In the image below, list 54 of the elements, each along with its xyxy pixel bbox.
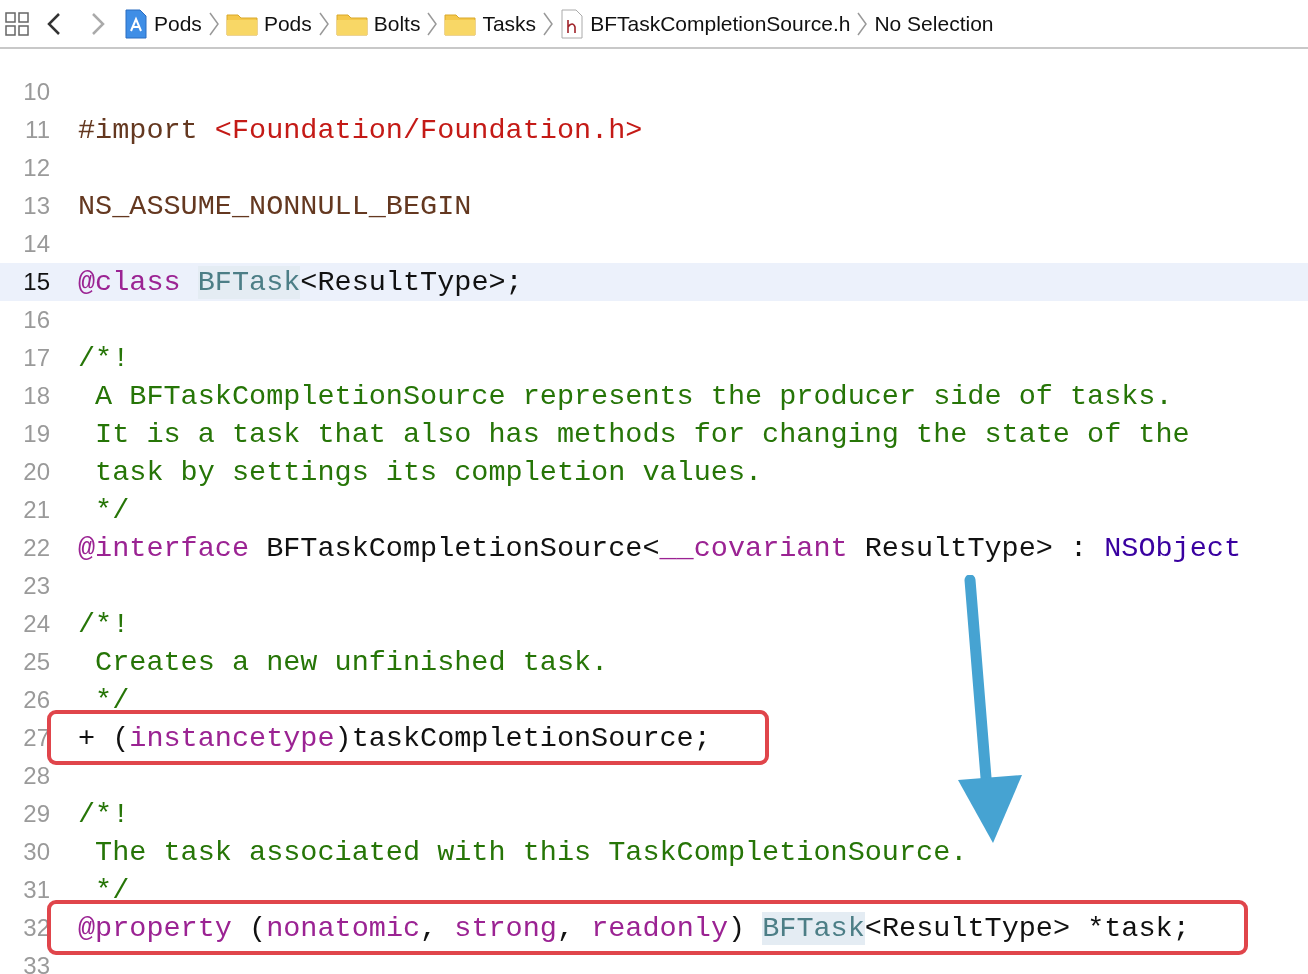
breadcrumb-item[interactable]: Bolts: [333, 11, 423, 36]
line-number: 23: [22, 572, 50, 600]
line-number: 30: [22, 838, 50, 866]
folder-icon: [225, 11, 258, 36]
line-number: 24: [22, 610, 50, 638]
line-number: 15: [22, 268, 50, 296]
breadcrumb-item[interactable]: Pods: [223, 11, 314, 36]
line-number: 25: [22, 648, 50, 676]
line-number: 31: [22, 876, 50, 904]
line-number: 17: [22, 344, 50, 372]
code-line: task by settings its completion values.: [94, 455, 763, 489]
line-number: 19: [22, 420, 50, 448]
line-number: 33: [22, 952, 50, 974]
line-number: 28: [22, 762, 50, 790]
chevron-right-icon: [91, 11, 105, 36]
code-line: @property (nonatomic, strong, readonly) BFTask<ResultType> *task;: [78, 911, 1190, 945]
code-line: A BFTaskCompletionSource represents the producer side of tasks.: [94, 379, 1173, 413]
line-number: 21: [22, 496, 50, 524]
breadcrumb-item[interactable]: Tasks: [442, 11, 539, 36]
project-file-icon: [124, 8, 148, 39]
code-line: The task associated with this TaskCompletionSource.: [94, 835, 968, 869]
code-line: @class BFTask<ResultType>;: [78, 265, 523, 299]
line-number: 26: [22, 686, 50, 714]
code-line: */: [94, 873, 130, 907]
code-line: Creates a new unfinished task.: [94, 645, 609, 679]
line-number: 22: [22, 534, 50, 562]
breadcrumb-item[interactable]: Pods: [122, 8, 204, 39]
line-number: 20: [22, 458, 50, 486]
line-number: 16: [22, 306, 50, 334]
line-number: 11: [24, 116, 50, 144]
line-number: 29: [22, 800, 50, 828]
code-line: #import <Foundation/Foundation.h>: [78, 113, 643, 147]
code-line: */: [94, 683, 130, 717]
grid-icon[interactable]: [4, 10, 30, 37]
folder-icon: [444, 11, 477, 36]
line-number: 13: [22, 192, 50, 220]
line-number: 14: [22, 230, 50, 258]
folder-icon: [335, 11, 368, 36]
line-number: 18: [22, 382, 50, 410]
breadcrumb-item[interactable]: No Selection: [872, 11, 996, 36]
breadcrumb-item[interactable]: BFTaskCompletionSource.h: [558, 8, 853, 39]
chevron-left-icon: [47, 11, 61, 36]
code-line: NS_ASSUME_NONNULL_BEGIN: [78, 189, 472, 223]
line-number: 10: [22, 78, 50, 106]
line-number: 27: [22, 724, 50, 752]
line-number: 12: [22, 154, 50, 182]
code-line: */: [94, 493, 130, 527]
code-line: /*!: [78, 341, 130, 375]
code-line: It is a task that also has methods for changing the state of the: [94, 417, 1190, 451]
code-line: /*!: [78, 797, 130, 831]
code-line: @interface BFTaskCompletionSource<__covariant ResultType> : NSObject: [78, 531, 1242, 565]
header-file-icon: [560, 8, 585, 39]
code-line: /*!: [78, 607, 130, 641]
code-line: + (instancetype)taskCompletionSource;: [78, 721, 711, 755]
